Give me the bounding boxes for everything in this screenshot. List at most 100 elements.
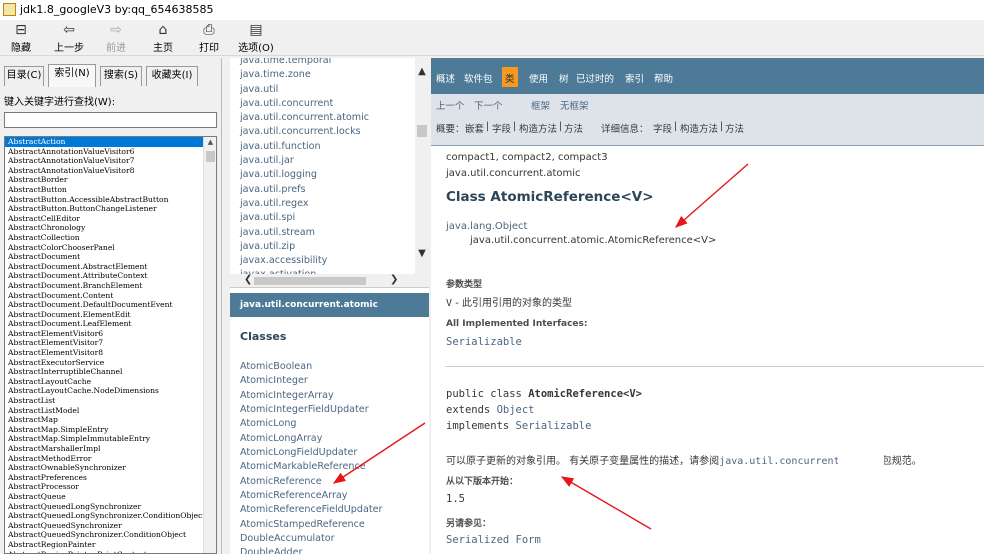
- index-list-item[interactable]: AbstractDocument.AbstractElement: [5, 262, 203, 272]
- nav-deprecated[interactable]: 已过时的: [576, 71, 614, 85]
- index-list-item[interactable]: AbstractMap.SimpleImmutableEntry: [5, 434, 203, 444]
- implements-link[interactable]: Serializable: [516, 420, 592, 432]
- package-link[interactable]: java.util: [240, 83, 428, 97]
- index-list-item[interactable]: AbstractRegionPainter: [5, 540, 203, 550]
- nav-help[interactable]: 帮助: [654, 71, 673, 85]
- scroll-up-icon[interactable]: ▲: [415, 66, 429, 77]
- index-list-item[interactable]: AbstractBorder: [5, 175, 203, 185]
- index-list-item[interactable]: AbstractDocument: [5, 252, 203, 262]
- tab-index[interactable]: 索引(N): [48, 64, 96, 87]
- index-list-item[interactable]: AbstractCellEditor: [5, 214, 203, 224]
- package-link[interactable]: java.util.concurrent.locks: [240, 125, 428, 139]
- index-scrollbar[interactable]: ▲: [203, 137, 216, 553]
- class-link[interactable]: AtomicStampedReference: [240, 518, 429, 532]
- prev-class-link[interactable]: 上一个: [436, 98, 465, 112]
- scroll-up-icon[interactable]: ▲: [204, 138, 216, 146]
- nav-package[interactable]: 软件包: [464, 71, 493, 85]
- package-link[interactable]: java.time.zone: [240, 68, 428, 82]
- tab-search[interactable]: 搜索(S): [100, 66, 142, 86]
- index-list-item[interactable]: AbstractQueue: [5, 492, 203, 502]
- index-list-item[interactable]: AbstractColorChooserPanel: [5, 243, 203, 253]
- index-list-item[interactable]: AbstractElementVisitor7: [5, 338, 203, 348]
- package-link[interactable]: java.util.spi: [240, 211, 428, 225]
- class-link[interactable]: AtomicBoolean: [240, 360, 429, 374]
- forward-button[interactable]: ⇨ 前进: [100, 22, 132, 54]
- back-button[interactable]: ⇦ 上一步: [50, 22, 88, 54]
- package-link[interactable]: java.util.logging: [240, 168, 428, 182]
- summary-field[interactable]: 字段: [492, 121, 511, 135]
- nav-overview[interactable]: 概述: [436, 71, 455, 85]
- extends-link[interactable]: Object: [497, 404, 535, 416]
- scrollbar-thumb[interactable]: [417, 125, 427, 137]
- package-hscrollbar[interactable]: ❮ ❯: [230, 274, 429, 288]
- index-list-item[interactable]: AbstractProcessor: [5, 482, 203, 492]
- scroll-left-icon[interactable]: ❮: [244, 274, 252, 285]
- index-list-item[interactable]: AbstractLayoutCache.NodeDimensions: [5, 386, 203, 396]
- frames-link[interactable]: 框架: [531, 98, 550, 112]
- index-list-item[interactable]: AbstractQueuedSynchronizer.ConditionObje…: [5, 530, 203, 540]
- index-list-item[interactable]: AbstractAnnotationValueVisitor8: [5, 166, 203, 176]
- index-list-item[interactable]: AbstractOwnableSynchronizer: [5, 463, 203, 473]
- class-link[interactable]: AtomicReference: [240, 475, 429, 489]
- index-list-item[interactable]: AbstractQueuedLongSynchronizer.Condition…: [5, 511, 203, 521]
- index-list-item[interactable]: AbstractDocument.BranchElement: [5, 281, 203, 291]
- index-list-item[interactable]: AbstractButton: [5, 185, 203, 195]
- index-list-item[interactable]: AbstractAnnotationValueVisitor6: [5, 147, 203, 157]
- class-link[interactable]: AtomicIntegerFieldUpdater: [240, 403, 429, 417]
- keyword-input[interactable]: [4, 112, 217, 128]
- print-button[interactable]: ⎙ 打印: [193, 22, 225, 54]
- index-list-item[interactable]: AbstractInterruptibleChannel: [5, 367, 203, 377]
- package-link[interactable]: java.util.jar: [240, 154, 428, 168]
- serialized-form-link[interactable]: Serialized Form: [446, 534, 541, 546]
- index-list-item[interactable]: AbstractQueuedLongSynchronizer: [5, 502, 203, 512]
- index-list-item[interactable]: AbstractPreferences: [5, 473, 203, 483]
- package-scrollbar[interactable]: ▲ ▼: [415, 58, 429, 274]
- index-list-item[interactable]: AbstractDocument.ElementEdit: [5, 310, 203, 320]
- index-list-item[interactable]: AbstractButton.AccessibleAbstractButton: [5, 195, 203, 205]
- package-link[interactable]: java.util.regex: [240, 197, 428, 211]
- summary-method[interactable]: 方法: [564, 121, 583, 135]
- class-link[interactable]: AtomicLongFieldUpdater: [240, 446, 429, 460]
- index-list-item[interactable]: AbstractLayoutCache: [5, 377, 203, 387]
- index-list-item[interactable]: AbstractAction: [5, 137, 203, 147]
- index-list-item[interactable]: AbstractListModel: [5, 406, 203, 416]
- class-link[interactable]: AtomicReferenceArray: [240, 489, 429, 503]
- home-button[interactable]: ⌂ 主页: [147, 22, 179, 54]
- options-button[interactable]: ▤ 选项(O): [236, 22, 276, 54]
- index-list-item[interactable]: AbstractList: [5, 396, 203, 406]
- package-link[interactable]: java.util.concurrent.atomic: [240, 111, 428, 125]
- index-list-item[interactable]: AbstractElementVisitor8: [5, 348, 203, 358]
- scroll-down-icon[interactable]: ▼: [415, 248, 429, 259]
- detail-constructor[interactable]: 构造方法: [680, 121, 718, 135]
- nav-use[interactable]: 使用: [529, 71, 548, 85]
- index-list-item[interactable]: AbstractQueuedSynchronizer: [5, 521, 203, 531]
- index-list-item[interactable]: AbstractDocument.DefaultDocumentEvent: [5, 300, 203, 310]
- index-list-item[interactable]: AbstractRegionPainter.PaintContext: [5, 550, 203, 553]
- scroll-right-icon[interactable]: ❯: [390, 274, 398, 285]
- scrollbar-thumb[interactable]: [206, 151, 215, 162]
- tab-contents[interactable]: 目录(C): [4, 66, 44, 86]
- index-list-item[interactable]: AbstractMarshallerImpl: [5, 444, 203, 454]
- index-list-item[interactable]: AbstractChronology: [5, 223, 203, 233]
- hide-button[interactable]: ⊟ 隐藏: [6, 22, 36, 54]
- nav-tree[interactable]: 树: [559, 71, 569, 85]
- index-list-item[interactable]: AbstractDocument.Content: [5, 291, 203, 301]
- index-list-item[interactable]: AbstractMap: [5, 415, 203, 425]
- index-list[interactable]: AbstractAction AbstractAnnotationValueVis…: [4, 136, 217, 554]
- summary-constructor[interactable]: 构造方法: [519, 121, 557, 135]
- summary-nested[interactable]: 嵌套: [465, 121, 484, 135]
- nav-index[interactable]: 索引: [625, 71, 644, 85]
- detail-method[interactable]: 方法: [725, 121, 744, 135]
- index-list-item[interactable]: AbstractMap.SimpleEntry: [5, 425, 203, 435]
- package-link[interactable]: java.util.prefs: [240, 183, 428, 197]
- index-list-item[interactable]: AbstractButton.ButtonChangeListener: [5, 204, 203, 214]
- current-package-title[interactable]: java.util.concurrent.atomic: [230, 293, 429, 317]
- package-link[interactable]: java.util.zip: [240, 240, 428, 254]
- index-list-item[interactable]: AbstractExecutorService: [5, 358, 203, 368]
- inherit-parent-link[interactable]: java.lang.Object: [446, 221, 527, 232]
- impl-interface-link[interactable]: Serializable: [446, 336, 522, 348]
- index-list-item[interactable]: AbstractDocument.LeafElement: [5, 319, 203, 329]
- index-list-item[interactable]: AbstractCollection: [5, 233, 203, 243]
- package-link[interactable]: java.util.stream: [240, 226, 428, 240]
- class-link[interactable]: AtomicInteger: [240, 374, 429, 388]
